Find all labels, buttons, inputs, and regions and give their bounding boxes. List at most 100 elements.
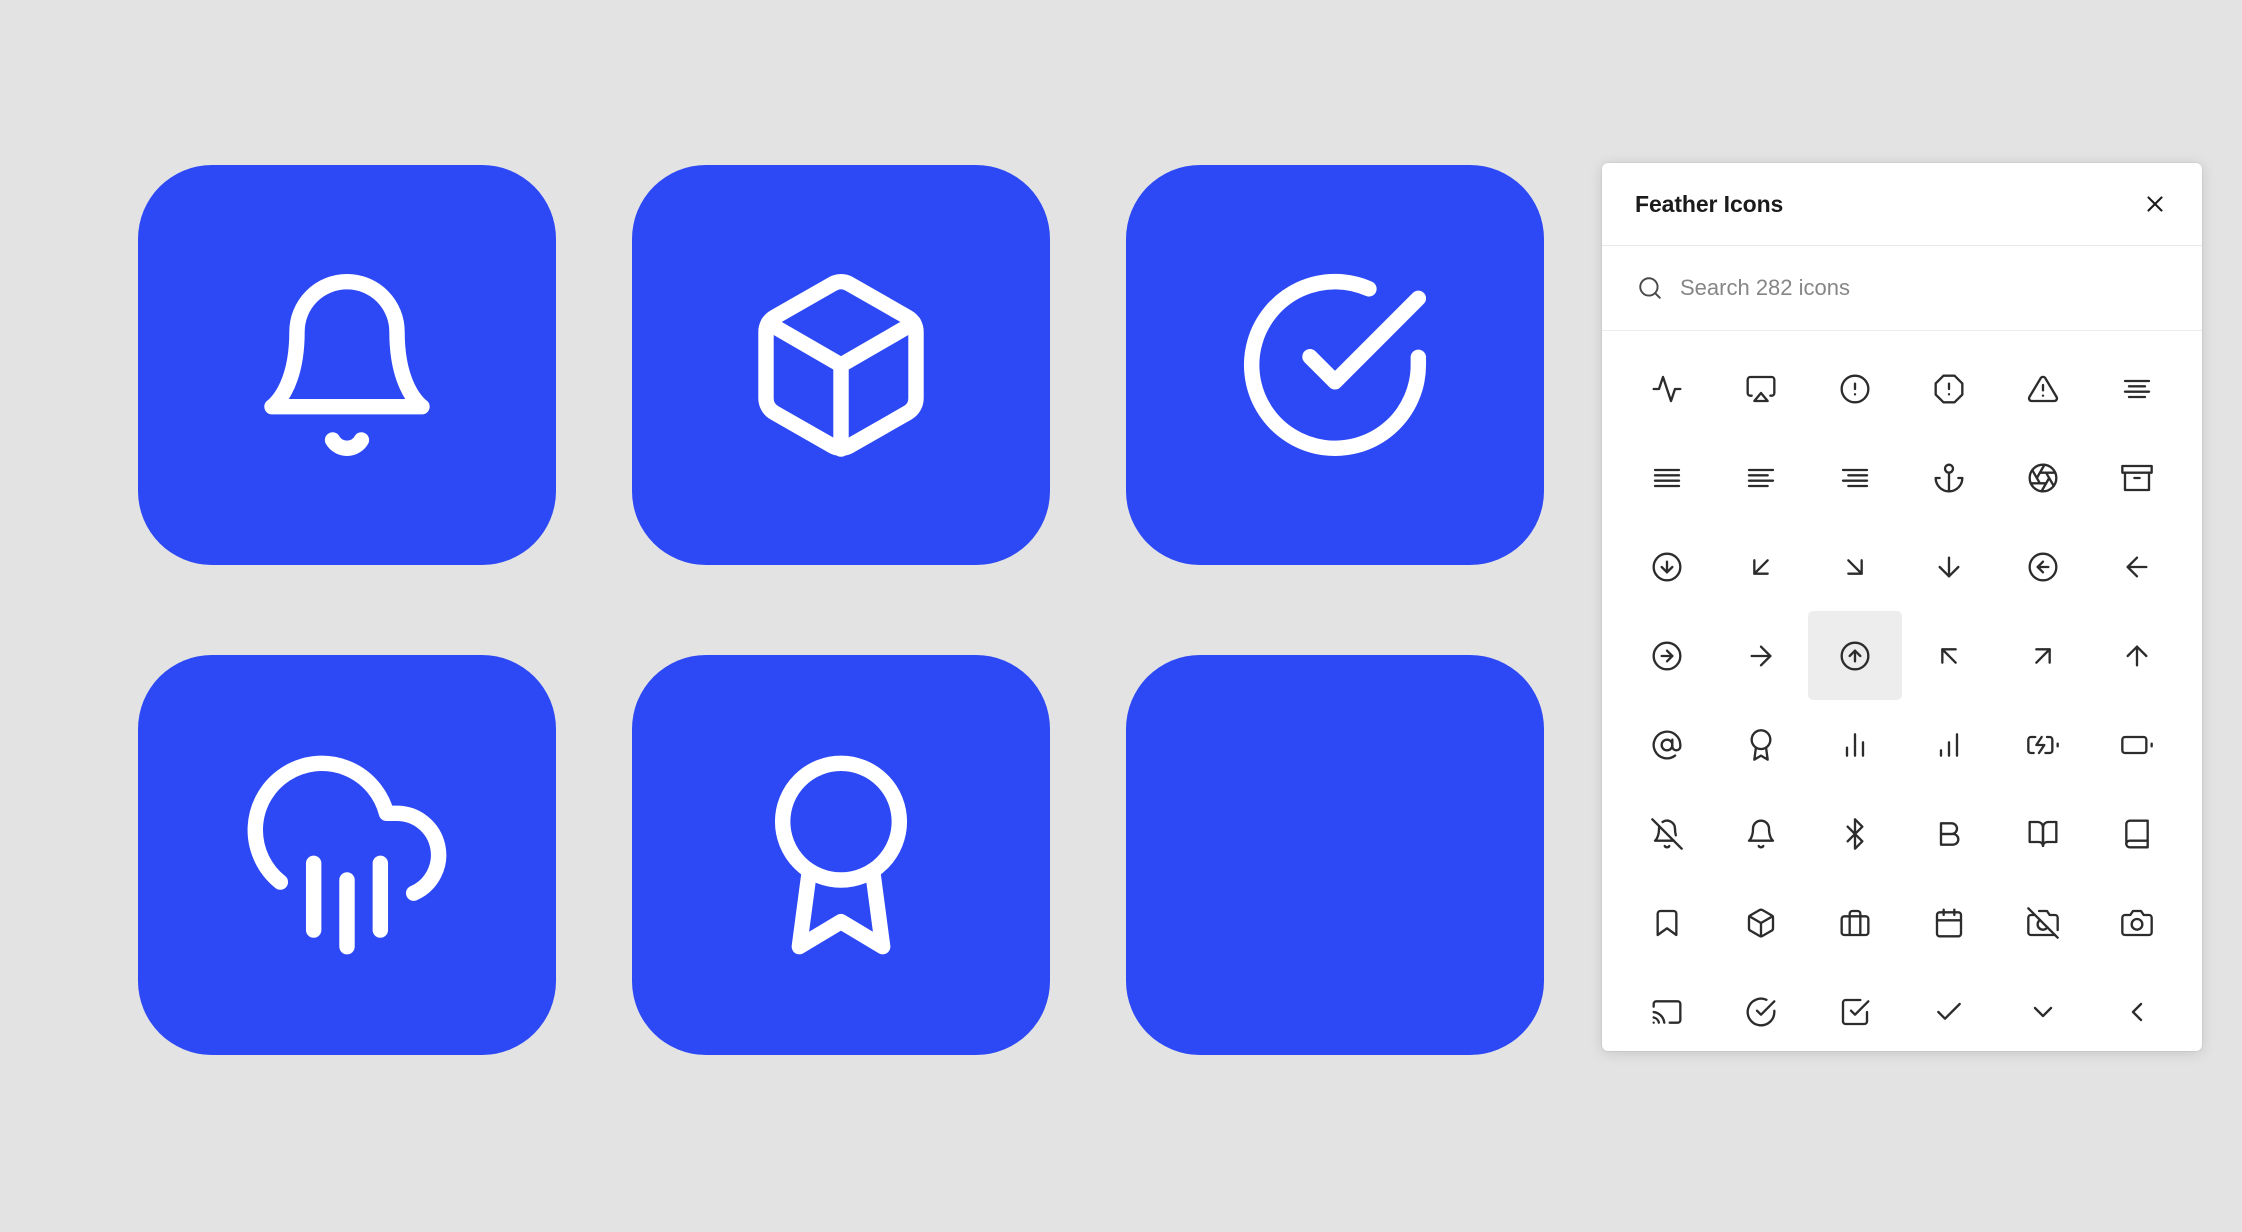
icon-picker-panel: Feather Icons — [1602, 163, 2202, 1051]
arrow-right-icon — [1745, 640, 1777, 672]
align-justify-icon — [1651, 462, 1683, 494]
icon-cell-arrow-left[interactable] — [2090, 522, 2184, 611]
icon-cell-arrow-right[interactable] — [1714, 611, 1808, 700]
icon-cell-bar-chart-2[interactable] — [1808, 700, 1902, 789]
icon-cell-align-justify[interactable] — [1620, 433, 1714, 522]
icon-cell-archive[interactable] — [2090, 433, 2184, 522]
icon-cell-airplay[interactable] — [1714, 344, 1808, 433]
preview-tile-box[interactable] — [632, 165, 1050, 565]
bell-icon — [1745, 818, 1777, 850]
icon-cell-bell-off[interactable] — [1620, 789, 1714, 878]
icon-cell-box[interactable] — [1714, 878, 1808, 967]
icon-cell-alert-triangle[interactable] — [1996, 344, 2090, 433]
award-icon — [1745, 728, 1777, 761]
bar-chart-2-icon — [1839, 729, 1871, 761]
bell-icon — [247, 265, 447, 465]
archive-icon — [2121, 462, 2153, 494]
check-circle-icon — [1235, 265, 1435, 465]
preview-tile-award[interactable] — [632, 655, 1050, 1055]
icon-cell-cast[interactable] — [1620, 967, 1714, 1051]
icon-cell-arrow-right-circle[interactable] — [1620, 611, 1714, 700]
arrow-right-circle-icon — [1651, 640, 1683, 672]
battery-charging-icon — [2027, 729, 2059, 761]
icon-cell-check-square[interactable] — [1808, 967, 1902, 1051]
icon-cell-align-right[interactable] — [1808, 433, 1902, 522]
airplay-icon — [1745, 373, 1777, 405]
search-input[interactable] — [1680, 275, 2172, 301]
arrow-left-icon — [2121, 551, 2153, 583]
arrow-down-left-icon — [1745, 551, 1777, 583]
calendar-icon — [1933, 907, 1965, 939]
icon-cell-battery[interactable] — [2090, 700, 2184, 789]
icon-picker-header: Feather Icons — [1602, 163, 2202, 246]
align-left-icon — [1745, 462, 1777, 494]
bell-off-icon — [1651, 817, 1683, 850]
icon-cell-arrow-up[interactable] — [2090, 611, 2184, 700]
alert-octagon-icon — [1933, 373, 1965, 405]
arrow-up-right-icon — [2027, 640, 2059, 672]
arrow-up-circle-icon — [1839, 640, 1871, 672]
icon-cell-activity[interactable] — [1620, 344, 1714, 433]
icon-cell-align-left[interactable] — [1714, 433, 1808, 522]
arrow-up-left-icon — [1933, 640, 1965, 672]
icon-cell-arrow-down[interactable] — [1902, 522, 1996, 611]
arrow-up-icon — [2121, 640, 2153, 672]
search-bar — [1602, 246, 2202, 331]
icon-cell-at-sign[interactable] — [1620, 700, 1714, 789]
activity-icon — [1651, 373, 1683, 405]
arrow-down-circle-icon — [1651, 551, 1683, 583]
icon-cell-camera[interactable] — [2090, 878, 2184, 967]
icon-cell-calendar[interactable] — [1902, 878, 1996, 967]
icon-cell-chevron-down[interactable] — [1996, 967, 2090, 1051]
icon-cell-alert-circle[interactable] — [1808, 344, 1902, 433]
arrow-left-circle-icon — [2027, 551, 2059, 583]
icon-cell-chevron-left[interactable] — [2090, 967, 2184, 1051]
icon-cell-check-circle[interactable] — [1714, 967, 1808, 1051]
cast-icon — [1651, 996, 1683, 1028]
chevron-down-icon — [2027, 996, 2059, 1028]
camera-icon — [2121, 907, 2153, 939]
align-right-icon — [1839, 462, 1871, 494]
icon-cell-bold[interactable] — [1902, 789, 1996, 878]
box-icon — [1745, 907, 1777, 939]
icon-cell-award[interactable] — [1714, 700, 1808, 789]
icon-cell-arrow-left-circle[interactable] — [1996, 522, 2090, 611]
preview-tile-bell[interactable] — [138, 165, 556, 565]
book-open-icon — [2027, 818, 2059, 850]
check-square-icon — [1839, 996, 1871, 1028]
icon-cell-bell[interactable] — [1714, 789, 1808, 878]
bookmark-icon — [1651, 907, 1683, 939]
icon-cell-camera-off[interactable] — [1996, 878, 2090, 967]
icon-cell-arrow-up-left[interactable] — [1902, 611, 1996, 700]
close-icon[interactable] — [2138, 187, 2172, 221]
icon-cell-alert-octagon[interactable] — [1902, 344, 1996, 433]
icon-cell-arrow-up-right[interactable] — [1996, 611, 2090, 700]
icon-cell-check[interactable] — [1902, 967, 1996, 1051]
icon-cell-bar-chart[interactable] — [1902, 700, 1996, 789]
icon-cell-bookmark[interactable] — [1620, 878, 1714, 967]
icon-cell-bluetooth[interactable] — [1808, 789, 1902, 878]
alert-circle-icon — [1839, 373, 1871, 405]
check-circle-icon — [1745, 996, 1777, 1028]
arrow-down-right-icon — [1839, 551, 1871, 583]
cloud-rain-icon — [247, 755, 447, 955]
icon-cell-briefcase[interactable] — [1808, 878, 1902, 967]
icon-preview-grid — [138, 165, 1544, 1055]
icon-cell-arrow-down-left[interactable] — [1714, 522, 1808, 611]
icon-cell-battery-charging[interactable] — [1996, 700, 2090, 789]
icon-cell-book-open[interactable] — [1996, 789, 2090, 878]
preview-tile-cloud-drizzle[interactable] — [138, 655, 556, 1055]
icon-cell-arrow-down-circle[interactable] — [1620, 522, 1714, 611]
icon-cell-arrow-down-right[interactable] — [1808, 522, 1902, 611]
icon-cell-align-center[interactable] — [2090, 344, 2184, 433]
icon-results-grid — [1602, 331, 2202, 1051]
icon-cell-anchor[interactable] — [1902, 433, 1996, 522]
preview-tile-check-circle[interactable] — [1126, 165, 1544, 565]
icon-cell-book[interactable] — [2090, 789, 2184, 878]
preview-tile-empty[interactable] — [1126, 655, 1544, 1055]
arrow-down-icon — [1933, 551, 1965, 583]
page-title: Feather Icons — [1635, 190, 1784, 217]
icon-cell-aperture[interactable] — [1996, 433, 2090, 522]
icon-cell-arrow-up-circle[interactable] — [1808, 611, 1902, 700]
award-icon — [741, 755, 941, 955]
